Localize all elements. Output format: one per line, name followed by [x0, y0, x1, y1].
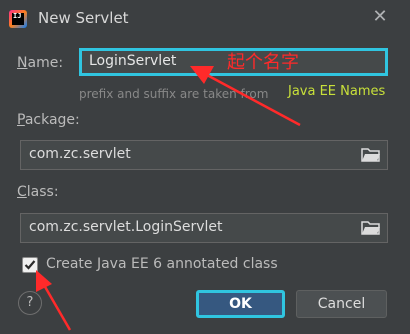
- arrow-to-name-field: [190, 66, 301, 127]
- arrow-to-checkbox: [36, 270, 72, 331]
- annotation-arrows: [36, 66, 301, 331]
